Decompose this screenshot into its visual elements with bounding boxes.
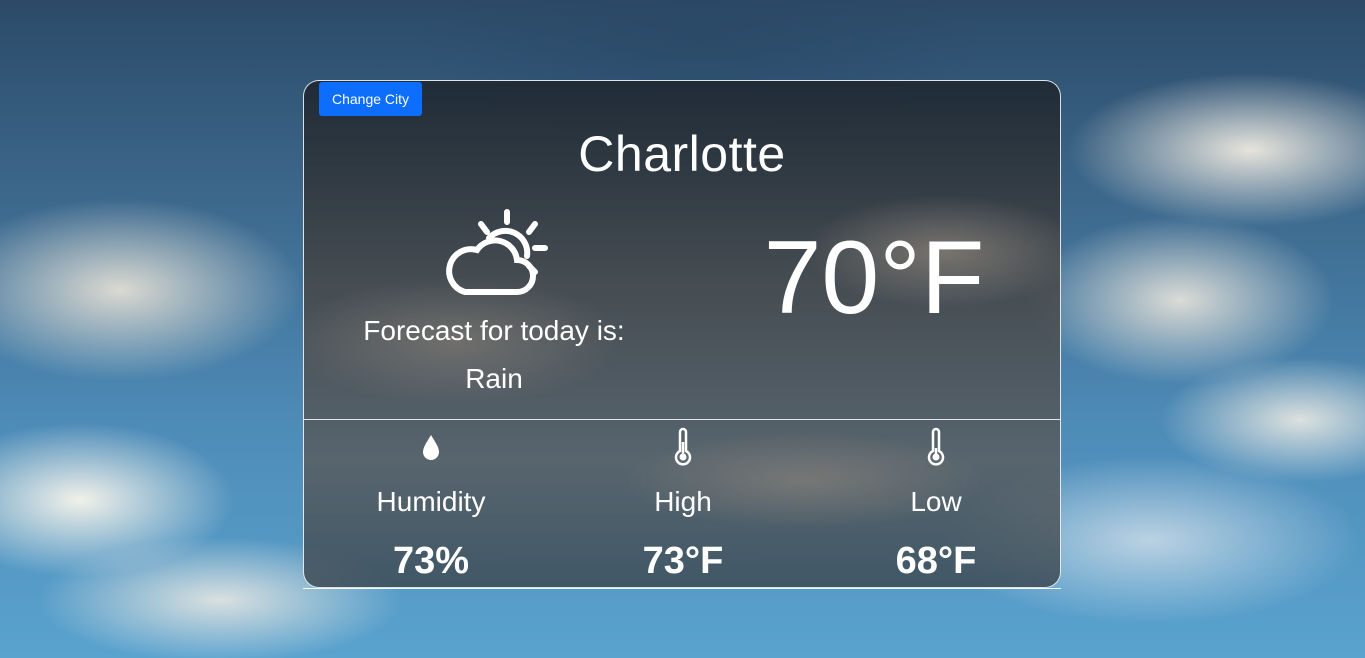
forecast-label: Forecast for today is: <box>363 315 625 346</box>
thermometer-icon <box>927 427 945 466</box>
low-value: 68°F <box>895 540 977 582</box>
weather-condition: Rain <box>465 363 523 394</box>
divider <box>304 419 1060 420</box>
high-stat: High 73°F <box>583 426 783 583</box>
humidity-label: Humidity <box>376 486 486 517</box>
humidity-stat: Humidity 73% <box>331 426 531 583</box>
thermometer-icon <box>674 427 692 466</box>
low-label: Low <box>910 486 962 517</box>
humidity-value: 73% <box>392 540 470 582</box>
weather-card: Change City Charlotte Forecast for today… <box>303 80 1061 588</box>
water-drop-icon <box>423 435 439 460</box>
current-temperature: 70°F <box>763 220 985 336</box>
partly-cloudy-icon <box>446 209 548 295</box>
high-label: High <box>654 486 712 517</box>
card-bottom-line <box>303 588 1061 589</box>
change-city-button[interactable]: Change City <box>319 82 423 116</box>
city-name: Charlotte <box>578 126 786 182</box>
low-stat: Low 68°F <box>836 426 1036 583</box>
high-value: 73°F <box>642 540 724 582</box>
